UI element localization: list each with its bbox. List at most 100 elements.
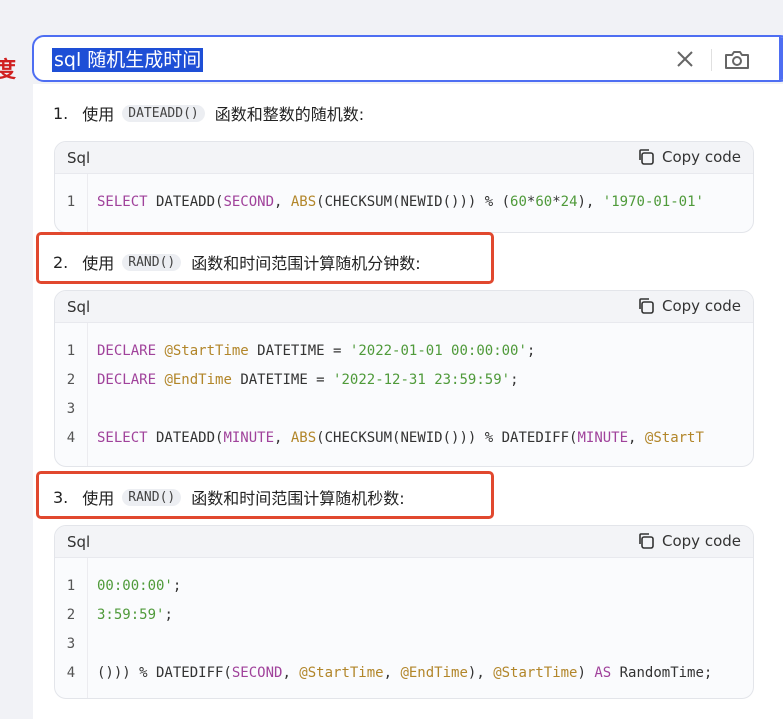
code-token: '2022-12-31 23:59:59'	[333, 372, 511, 388]
code-token: MINUTE	[577, 430, 629, 446]
code-line: 2 DECLARE @EndTime DATETIME = '2022-12-31…	[55, 369, 519, 391]
code-token: @StartTime	[493, 665, 578, 681]
code-token: ,	[383, 665, 401, 681]
copy-label: Copy code	[662, 297, 741, 315]
code-token: @EndTime	[400, 665, 468, 681]
line-number: 1	[66, 343, 76, 359]
code-line: 1 DECLARE @StartTime DATETIME = '2022-01-…	[55, 340, 536, 362]
code-language: Sql	[67, 149, 91, 167]
code-token: 24	[560, 194, 578, 210]
code-token: SECOND	[223, 194, 275, 210]
step-text: 函数和整数的随机数:	[214, 105, 365, 124]
code-token: @EndTime	[164, 372, 232, 388]
code-text: 3:59:59';	[87, 604, 173, 626]
code-body: 1 DECLARE @StartTime DATETIME = '2022-01-…	[55, 323, 753, 466]
code-text: DECLARE @StartTime DATETIME = '2022-01-0…	[87, 340, 535, 362]
code-token: 60	[535, 194, 553, 210]
line-number: 3	[66, 636, 76, 652]
copy-icon	[639, 533, 654, 549]
code-token: DATETIME =	[231, 372, 334, 388]
code-token: ;	[526, 343, 536, 359]
page-edge-char: 度	[0, 58, 17, 83]
answer-content: 1. 使用 DATEADD() 函数和整数的随机数: Sql Copy code…	[33, 84, 783, 719]
code-token: @StartTime	[299, 665, 384, 681]
step-number: 1.	[53, 103, 69, 123]
line-number: 1	[66, 578, 76, 594]
copy-code-button[interactable]: Copy code	[637, 148, 741, 166]
inline-code: DATEADD()	[122, 104, 205, 122]
code-line: 1 00:00:00';	[55, 575, 182, 597]
code-token: (CHECKSUM(NEWID())) % DATEDIFF(	[316, 430, 578, 446]
code-language: Sql	[67, 533, 91, 551]
code-token: ())) % DATEDIFF(	[97, 665, 232, 681]
code-token: (CHECKSUM(NEWID())) % (	[316, 194, 511, 210]
step-number: 3.	[53, 487, 69, 507]
code-token: DECLARE	[97, 372, 157, 388]
copy-icon	[639, 149, 654, 165]
step-number: 2.	[53, 252, 69, 272]
code-text: SELECT DATEADD(MINUTE, ABS(CHECKSUM(NEWI…	[87, 427, 704, 449]
code-token: ;	[510, 372, 519, 388]
step-text: 函数和时间范围计算随机分钟数:	[191, 254, 421, 273]
code-token: ABS	[290, 194, 317, 210]
step-1: 1. 使用 DATEADD() 函数和整数的随机数:	[53, 101, 364, 125]
line-number: 2	[66, 607, 76, 623]
search-button[interactable]	[779, 37, 783, 80]
code-token: DATEADD(	[147, 430, 224, 446]
code-token: SELECT	[97, 194, 148, 210]
code-token: 3:59:59'	[97, 607, 165, 623]
copy-label: Copy code	[662, 148, 741, 166]
code-token: SECOND	[231, 665, 283, 681]
code-line: 3	[55, 398, 97, 420]
code-token: *	[552, 194, 561, 210]
camera-icon[interactable]	[722, 46, 752, 74]
code-line: 4 SELECT DATEADD(MINUTE, ABS(CHECKSUM(NEW…	[55, 427, 704, 449]
code-token: 00:00:00'	[97, 578, 173, 594]
search-divider	[711, 49, 712, 71]
code-token: ,	[274, 194, 291, 210]
close-icon[interactable]	[672, 46, 698, 72]
code-token: AS	[594, 665, 612, 681]
inline-code: RAND()	[122, 253, 182, 271]
search-bar: sql 随机生成时间	[32, 35, 783, 82]
copy-icon	[639, 298, 654, 314]
code-line: 2 3:59:59';	[55, 604, 173, 626]
search-input[interactable]: sql 随机生成时间	[52, 48, 204, 72]
code-token: '1970-01-01'	[602, 194, 704, 210]
line-number: 4	[66, 665, 76, 681]
code-token: )	[577, 665, 595, 681]
copy-code-button[interactable]: Copy code	[637, 297, 741, 315]
inline-code: RAND()	[122, 488, 182, 506]
line-number: 2	[66, 372, 76, 388]
code-token: ;	[172, 578, 182, 594]
code-token: DATETIME =	[248, 343, 350, 359]
code-token: ),	[467, 665, 494, 681]
code-block-3: Sql Copy code 1 00:00:00'; 2 3:59:59'; 3 4 ()…	[54, 525, 754, 699]
code-body: 1 00:00:00'; 2 3:59:59'; 3 4 ())) % DATEDIFF(…	[55, 558, 753, 698]
line-number: 4	[66, 430, 76, 446]
code-token: @StartT	[644, 430, 704, 446]
line-number: 1	[66, 194, 76, 210]
step-3: 3. 使用 RAND() 函数和时间范围计算随机秒数:	[53, 485, 405, 509]
code-text: 00:00:00';	[87, 575, 181, 597]
code-token: 60	[510, 194, 527, 210]
step-prefix: 使用	[82, 254, 115, 273]
code-header: Sql Copy code	[55, 142, 753, 174]
line-number: 3	[66, 401, 76, 417]
copy-label: Copy code	[662, 532, 741, 550]
code-token: MINUTE	[223, 430, 275, 446]
code-token: ,	[628, 430, 645, 446]
code-header: Sql Copy code	[55, 291, 753, 323]
code-line: 1 SELECT DATEADD(SECOND, ABS(CHECKSUM(NEW…	[55, 191, 704, 213]
code-block-1: Sql Copy code 1 SELECT DATEADD(SECOND, AB…	[54, 141, 754, 233]
code-text: SELECT DATEADD(SECOND, ABS(CHECKSUM(NEWI…	[87, 191, 704, 213]
copy-code-button[interactable]: Copy code	[637, 532, 741, 550]
code-token: RandomTime;	[611, 665, 713, 681]
code-line: 4 ())) % DATEDIFF(SECOND, @StartTime, @En…	[55, 662, 713, 684]
code-token: @StartTime	[164, 343, 249, 359]
step-text: 函数和时间范围计算随机秒数:	[191, 489, 405, 508]
code-token: SELECT	[97, 430, 148, 446]
code-header: Sql Copy code	[55, 526, 753, 558]
code-line: 3	[55, 633, 97, 655]
code-token: ),	[577, 194, 603, 210]
